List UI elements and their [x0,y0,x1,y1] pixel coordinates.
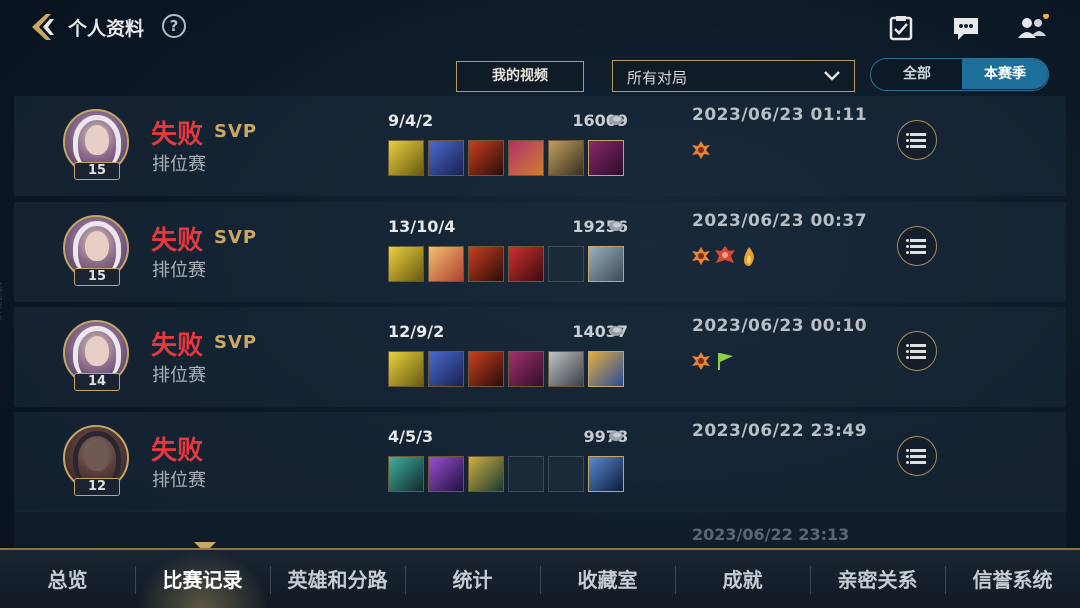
match-result: 失败 [151,331,204,361]
tab-relationships[interactable]: 亲密关系 [810,550,945,608]
tab-achievements[interactable]: 成就 [675,550,810,608]
side-watermark-text: 4ZJZ7LIC [0,280,2,321]
kda-text: 9/4/2 [388,111,434,130]
friends-icon[interactable] [1017,13,1049,42]
item-red-blade-icon[interactable] [468,246,504,282]
item-gold-tri-icon[interactable] [388,351,424,387]
item-silver-armor-icon[interactable] [588,246,624,282]
match-mode: 排位赛 [152,470,206,491]
gold-coin-icon [609,326,623,336]
match-row[interactable]: 15 失败 SVP 排位赛 13/10/4 19256 2023/06/23 0… [14,202,1066,302]
chevron-down-icon [824,71,840,81]
match-list: 15 失败 SVP 排位赛 9/4/2 16009 2023/06/23 01:… [14,96,1066,546]
match-detail-menu-button[interactable] [897,331,937,371]
item-gold-shard-icon[interactable] [548,140,584,176]
item-red-blade-icon[interactable] [468,140,504,176]
match-detail-menu-button[interactable] [897,120,937,160]
match-row-partial[interactable] [14,510,1066,550]
match-result: 失败 [151,226,204,256]
chat-icon[interactable] [952,14,980,42]
help-icon[interactable]: ? [162,14,186,38]
back-arrow-icon[interactable] [28,12,58,42]
item-gold-trident-icon[interactable] [468,456,504,492]
top-bar: 个人资料 ? [0,0,1080,54]
item-purple-fist-icon[interactable] [508,351,544,387]
svp-badge: SVP [214,227,258,248]
item-teal-crossbow-icon[interactable] [388,456,424,492]
match-type-value: 所有对局 [627,69,688,87]
match-result: 失败 [151,120,204,150]
match-mode: 排位赛 [152,365,206,386]
item-gold-tri-icon[interactable] [388,140,424,176]
svp-badge: SVP [214,121,258,142]
tasks-clipboard-icon[interactable] [887,14,915,42]
gold-coin-icon [609,221,623,231]
item-blue-ward-icon[interactable] [588,456,624,492]
match-mode: 排位赛 [152,154,206,175]
empty-item-slot[interactable] [508,456,544,492]
item-silver-sword-icon[interactable] [548,351,584,387]
item-purple-sword-icon[interactable] [428,456,464,492]
toggle-all-button[interactable]: 全部 [871,59,963,89]
item-gold-key-icon[interactable] [588,351,624,387]
mvp-orange-badge-icon [692,141,710,159]
hero-level-badge: 15 [74,162,120,180]
flame-badge-icon [744,247,754,266]
match-detail-menu-button[interactable] [897,226,937,266]
match-datetime: 2023/06/23 00:37 [692,211,868,231]
empty-item-slot[interactable] [548,456,584,492]
match-datetime: 2023/06/23 01:11 [692,105,868,125]
mvp-orange-badge-icon [692,247,710,265]
item-red-blade-icon[interactable] [468,351,504,387]
match-datetime: 2023/06/22 23:49 [692,421,868,441]
kda-text: 12/9/2 [388,322,445,341]
item-angel-wing-icon[interactable] [428,246,464,282]
bottom-nav: 总览 比赛记录 英雄和分路 统计 收藏室 成就 亲密关系 信誉系统 [0,548,1080,608]
match-row[interactable]: 15 失败 SVP 排位赛 9/4/2 16009 2023/06/23 01:… [14,96,1066,196]
item-blue-mech-icon[interactable] [428,351,464,387]
my-video-button[interactable]: 我的视频 [456,61,584,92]
page-title: 个人资料 [68,18,145,40]
item-purple-spear-icon[interactable] [508,140,544,176]
item-red-gauntlet-icon[interactable] [508,246,544,282]
tab-match-history[interactable]: 比赛记录 [135,550,270,608]
gold-coin-icon [609,115,623,125]
red-crest-badge-icon [715,246,735,263]
green-flag-badge-icon [718,353,733,370]
svp-badge: SVP [214,332,258,353]
mvp-orange-badge-icon [692,352,710,370]
item-blue-mech-icon[interactable] [428,140,464,176]
item-purple-boot-icon[interactable] [588,140,624,176]
tab-overview[interactable]: 总览 [0,550,135,608]
match-mode: 排位赛 [152,260,206,281]
tab-statistics[interactable]: 统计 [405,550,540,608]
tab-heroes-lanes[interactable]: 英雄和分路 [270,550,405,608]
hero-level-badge: 14 [74,373,120,391]
tab-collection[interactable]: 收藏室 [540,550,675,608]
kda-text: 4/5/3 [388,427,434,446]
hero-level-badge: 15 [74,268,120,286]
hero-level-badge: 12 [74,478,120,496]
kda-text: 13/10/4 [388,217,456,236]
match-row[interactable]: 14 失败 SVP 排位赛 12/9/2 14037 2023/06/23 00… [14,307,1066,407]
match-result: 失败 [151,436,204,466]
tab-honor-system[interactable]: 信誉系统 [945,550,1080,608]
match-detail-menu-button[interactable] [897,436,937,476]
season-toggle: 全部 本赛季 [870,58,1049,91]
match-row[interactable]: 12 失败 排位赛 4/5/3 9978 2023/06/22 23:49 [14,412,1066,512]
match-datetime: 2023/06/23 00:10 [692,316,868,336]
gold-coin-icon [609,431,623,441]
empty-item-slot[interactable] [548,246,584,282]
item-gold-tri-icon[interactable] [388,246,424,282]
match-type-dropdown[interactable]: 所有对局 [612,60,855,92]
match-datetime-partial: 2023/06/22 23:13 [692,525,850,544]
toggle-season-button[interactable]: 本赛季 [962,59,1048,89]
